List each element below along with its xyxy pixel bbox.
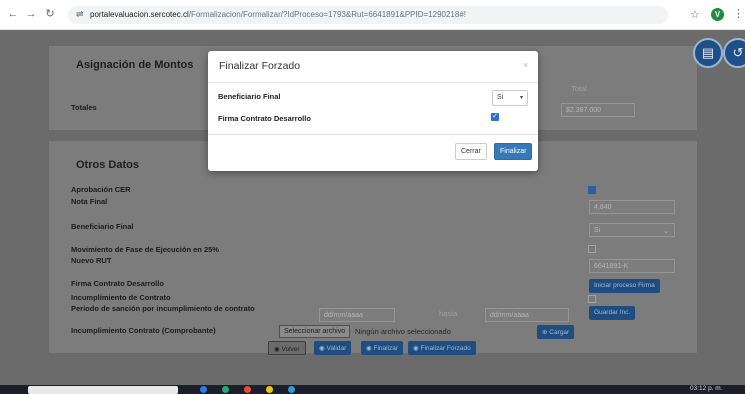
modal-title: Finalizar Forzado bbox=[219, 60, 301, 72]
total-value: $2.397.000 bbox=[561, 103, 635, 117]
nuevo-rut-label: Nuevo RUT bbox=[71, 256, 112, 265]
aprobacion-cer-label: Aprobación CER bbox=[71, 185, 131, 194]
os-taskbar: 03:12 p. m. bbox=[0, 385, 745, 394]
beneficiario-final-label: Beneficiario Final bbox=[71, 222, 134, 231]
iniciar-firma-button[interactable]: Iniciar proceso Firma bbox=[589, 279, 660, 293]
nuevo-rut-input[interactable]: 6641891-K bbox=[589, 259, 675, 273]
file-status: Ningún archivo seleccionado bbox=[355, 327, 451, 336]
incumplimiento-label: Incumplimiento de Contrato bbox=[71, 293, 171, 302]
aprobacion-cer-checkbox[interactable] bbox=[588, 186, 596, 194]
file-select-button[interactable]: Seleccionar archivo bbox=[279, 325, 351, 338]
comprobante-label: Incumplimiento Contrato (Comprobante) bbox=[71, 326, 216, 335]
incumplimiento-checkbox[interactable] bbox=[588, 295, 596, 303]
url-path: /Formalizacion/Formalizar/?IdProceso=179… bbox=[188, 10, 466, 19]
reload-icon[interactable]: ↻ bbox=[44, 8, 56, 20]
taskbar-app-icon[interactable] bbox=[222, 386, 229, 393]
chevron-down-icon: ⌄ bbox=[663, 228, 669, 235]
modal-footer-divider bbox=[208, 134, 538, 135]
otros-datos-card: Otros Datos Aprobación CER Nota Final 4,… bbox=[48, 140, 698, 354]
taskbar-app-icon[interactable] bbox=[244, 386, 251, 393]
beneficiario-final-select[interactable]: Si ⌄ bbox=[589, 223, 675, 237]
url-text[interactable]: portalevaluacion.sercotec.cl/Formalizaci… bbox=[90, 10, 466, 19]
profile-avatar[interactable]: V bbox=[711, 8, 724, 21]
firma-label: Firma Contrato Desarrollo bbox=[71, 279, 164, 288]
menu-kebab-icon[interactable]: ⋮ bbox=[733, 7, 744, 20]
bookmark-star-icon[interactable]: ☆ bbox=[690, 8, 700, 21]
finalizar-forzado-label: Finalizar Forzado bbox=[420, 345, 471, 352]
modal-header-divider bbox=[208, 82, 538, 83]
finalizar-forzado-button[interactable]: ◉ Finalizar Forzado bbox=[408, 341, 476, 355]
browser-toolbar: ← → ↻ ⇌ portalevaluacion.sercotec.cl/For… bbox=[0, 0, 745, 30]
url-host: portalevaluacion.sercotec.cl bbox=[90, 10, 189, 19]
nota-final-input[interactable]: 4,840 bbox=[589, 200, 675, 214]
cargar-button[interactable]: ⊕ Cargar bbox=[537, 325, 575, 339]
movimiento-label: Movimiento de Fase de Ejecución en 25% bbox=[71, 245, 219, 254]
validar-button[interactable]: ◉ Validar bbox=[314, 341, 352, 355]
totales-label: Totales bbox=[71, 103, 97, 112]
nota-final-label: Nota Final bbox=[71, 197, 108, 206]
hasta-label: hasta bbox=[439, 309, 458, 318]
cargar-label: Cargar bbox=[549, 329, 570, 336]
taskbar-app-icon[interactable] bbox=[266, 386, 273, 393]
date-to-input[interactable]: dd/mm/aaaa bbox=[485, 308, 569, 322]
finalizar-forzado-modal: Finalizar Forzado × Beneficiario Final S… bbox=[208, 51, 538, 171]
close-icon[interactable]: × bbox=[523, 60, 528, 70]
periodo-label: Periodo de sanción por incumplimiento de… bbox=[71, 304, 255, 313]
movimiento-checkbox[interactable] bbox=[588, 245, 596, 253]
montos-title: Asignación de Montos bbox=[76, 59, 194, 71]
otros-datos-title: Otros Datos bbox=[76, 159, 139, 171]
validar-label: Validar bbox=[326, 345, 347, 352]
date-from-input[interactable]: dd/mm/aaaa bbox=[319, 308, 395, 322]
forward-icon[interactable]: → bbox=[25, 8, 37, 20]
document-icon: ▤ bbox=[701, 45, 715, 60]
total-header: Total bbox=[571, 84, 587, 93]
modal-finalizar-button[interactable]: Finalizar bbox=[494, 143, 533, 160]
finalizar-button[interactable]: ◉ Finalizar bbox=[361, 341, 404, 355]
modal-firma-checkbox[interactable]: ✓ bbox=[491, 113, 499, 121]
back-icon[interactable]: ← bbox=[7, 8, 19, 20]
finalizar-label: Finalizar bbox=[373, 345, 399, 352]
secondary-fab[interactable]: ↺ bbox=[723, 38, 745, 68]
volver-button[interactable]: ◉ Volver bbox=[268, 341, 306, 355]
taskbar-clock: 03:12 p. m. bbox=[690, 385, 723, 392]
refresh-icon: ↺ bbox=[732, 45, 744, 60]
taskbar-app-icon[interactable] bbox=[200, 386, 207, 393]
modal-firma-label: Firma Contrato Desarrollo bbox=[218, 114, 311, 123]
beneficiario-final-value: Si bbox=[594, 227, 601, 234]
taskbar-search[interactable] bbox=[28, 386, 178, 394]
address-bar[interactable]: ⇌ portalevaluacion.sercotec.cl/Formaliza… bbox=[68, 6, 668, 24]
chevron-down-icon: ▾ bbox=[519, 95, 523, 101]
modal-beneficiario-value: Si bbox=[497, 94, 504, 101]
modal-beneficiario-label: Beneficiario Final bbox=[218, 92, 281, 101]
guardar-inc-button[interactable]: Guardar Inc. bbox=[589, 306, 636, 320]
modal-beneficiario-select[interactable]: Si ▾ bbox=[492, 90, 528, 106]
modal-cerrar-button[interactable]: Cerrar bbox=[455, 143, 487, 160]
taskbar-app-icon[interactable] bbox=[288, 386, 295, 393]
site-info-icon[interactable]: ⇌ bbox=[76, 9, 84, 20]
document-fab[interactable]: ▤ bbox=[693, 38, 723, 68]
volver-label: Volver bbox=[281, 346, 300, 353]
